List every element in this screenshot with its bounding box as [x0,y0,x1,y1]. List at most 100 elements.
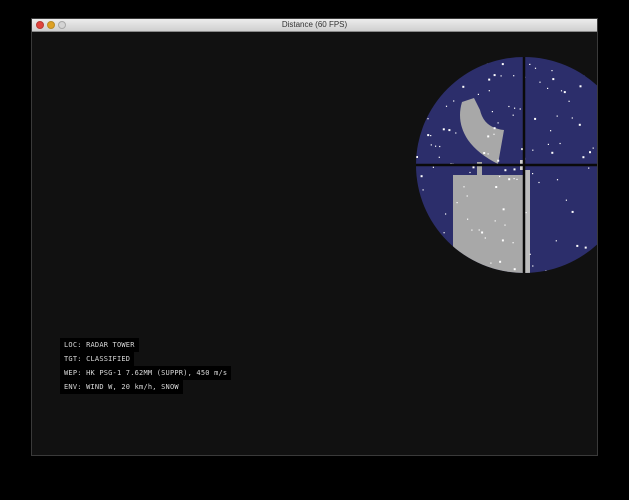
snowflake [467,218,469,220]
snowflake [555,240,557,242]
snowflake [493,74,496,77]
snowflake [499,175,501,178]
snowflake [490,262,492,264]
snowflake [571,117,573,119]
title-bar[interactable]: Distance (60 FPS) [32,19,597,32]
window-title: Distance (60 FPS) [281,20,348,29]
snowflake [474,268,476,270]
snowflake [512,242,514,244]
snowflake [504,224,506,226]
snowflake [513,178,515,180]
snowflake [588,167,590,169]
snowflake [488,90,490,92]
snowflake [501,63,504,66]
snowflake [584,74,586,76]
snowflake [487,153,489,155]
snowflake [455,132,457,134]
snowflake [545,270,547,272]
snowflake [512,114,514,116]
snowflake [422,69,424,71]
snowflake [525,212,527,214]
snowflake [571,59,573,61]
snowflake [532,173,534,175]
snowflake [477,93,479,95]
snowflake [534,67,537,69]
snowflake [435,145,437,147]
snowflake [500,75,502,77]
snowflake [529,63,531,65]
snowflake [582,156,585,159]
snowflake [513,168,516,171]
snowflake [469,171,471,174]
snowflake [453,64,455,66]
snowflake [547,143,549,145]
snowflake [513,75,515,77]
snowflake [439,145,441,148]
snowflake [416,242,419,245]
snowflake [486,62,488,64]
snowflake [427,134,430,137]
snowflake [462,85,465,88]
snowflake [456,202,458,204]
snowflake [552,78,555,81]
snowflake [493,133,495,135]
snowflake [472,166,475,169]
snowflake [563,91,566,94]
snowflake [452,57,455,59]
snowflake [484,237,486,239]
hud-target: TGT: CLASSIFIED [60,352,135,366]
game-viewport[interactable]: LOC: RADAR TOWER TGT: CLASSIFIED WEP: HK… [32,32,597,455]
snowflake [556,179,559,181]
snowflake [592,147,594,149]
snowflake [491,111,493,113]
snowflake [539,81,541,83]
snowflake [560,90,563,92]
snowflake [478,229,480,231]
snowflake [551,70,553,72]
snowflake [443,232,445,234]
snowflake [578,123,581,126]
snowflake [513,268,516,271]
snowflake [519,108,521,110]
snowflake [514,107,516,109]
snowflake [529,253,531,255]
snowflake [436,276,437,277]
snowflake [547,87,549,89]
snowflake [550,130,552,132]
hud-environment: ENV: WIND W, 20 km/h, SNOW [60,380,183,394]
snowflake [453,100,455,102]
snowflake [433,251,435,253]
snowflake [431,97,433,100]
snowflake [495,186,498,188]
snowflake [481,231,484,234]
snowflake [532,149,534,151]
snowflake [448,129,451,132]
snowflake [494,220,496,222]
snowflake [532,265,534,267]
snowflake [516,178,518,180]
hud-weapon: WEP: HK PSG-1 7.62MM (SUPPR), 450 m/s [60,366,232,380]
radar-tower [453,175,525,273]
snowflake [432,271,434,273]
snowflake [445,213,447,215]
snowflake [576,244,579,247]
snowflake [584,246,587,249]
hud-location: LOC: RADAR TOWER [60,338,139,352]
hud-info-panel: LOC: RADAR TOWER TGT: CLASSIFIED WEP: HK… [60,338,232,394]
snowflake [466,195,468,197]
snowflake [435,66,437,68]
snowflake [471,229,473,231]
snowflake [485,60,487,62]
snowflake [483,152,486,154]
snowflake [556,115,558,117]
snowflake [445,105,448,107]
snowflake [568,100,570,102]
snowflake [487,135,490,138]
snowflake [551,151,554,154]
snowflake [508,105,510,108]
snowflake [420,175,423,178]
snowflake [432,166,434,168]
snowflake [430,135,432,137]
snowflake [508,178,511,181]
snowflake [463,186,465,188]
